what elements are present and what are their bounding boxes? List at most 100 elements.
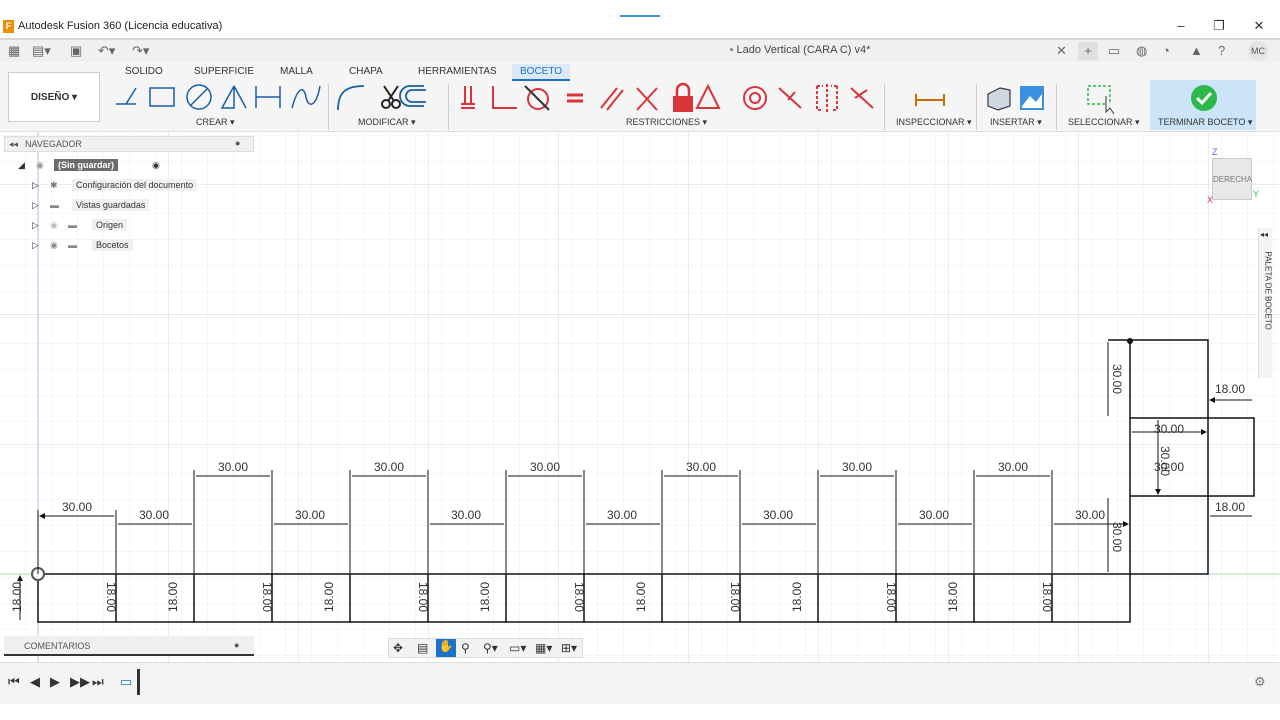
dimension-label[interactable]: 18.00 — [946, 582, 960, 612]
dimension-label[interactable]: 30.00 — [686, 460, 716, 474]
apps-grid-icon[interactable]: ▦ — [8, 42, 20, 60]
go-to-end-icon[interactable]: ⏭ — [92, 674, 104, 690]
constraints-menu[interactable]: RESTRICCIONES ▾ — [626, 117, 707, 128]
eye-hidden-icon[interactable]: ◉ — [50, 220, 58, 231]
pan-icon[interactable]: ✋ — [436, 639, 456, 657]
dimension-label[interactable]: 30.00 — [1154, 460, 1184, 474]
tab-malla[interactable]: MALLA — [280, 66, 313, 77]
dimension-label[interactable]: 30.00 — [530, 460, 560, 474]
dimension-label[interactable]: 30.00 — [842, 460, 872, 474]
dimension-label[interactable]: 18.00 — [478, 582, 492, 612]
dimension-label[interactable]: 30.00 — [919, 508, 949, 522]
sketch-canvas[interactable]: 30.00 30.00 30.00 30.00 30.00 30.00 30.0… — [0, 132, 1280, 662]
window-title: Autodesk Fusion 360 (Licencia educativa) — [18, 20, 223, 32]
dimension-label[interactable]: 18.00 — [572, 582, 586, 612]
maximize-button[interactable]: ❐ — [1208, 16, 1230, 36]
save-icon[interactable]: ▣ — [70, 42, 82, 60]
modify-menu[interactable]: MODIFICAR ▾ — [358, 117, 416, 128]
tab-solido[interactable]: SOLIDO — [125, 66, 163, 77]
user-avatar[interactable]: MC — [1248, 41, 1268, 61]
expand-icon[interactable]: ▷ — [32, 180, 39, 191]
create-menu[interactable]: CREAR ▾ — [196, 117, 235, 128]
dimension-label[interactable]: 18.00 — [10, 582, 24, 612]
workspace-switcher[interactable]: DISEÑO ▾ — [8, 72, 100, 122]
dimension-label[interactable]: 18.00 — [728, 582, 742, 612]
close-button[interactable]: ✕ — [1248, 16, 1270, 36]
expand-icon[interactable]: ▷ — [32, 200, 39, 211]
document-tab[interactable]: ▪ Lado Vertical (CARA C) v4* — [520, 38, 1080, 62]
dimension-label[interactable]: 18.00 — [260, 582, 274, 612]
dimension-label[interactable]: 18.00 — [322, 582, 336, 612]
dimension-label[interactable]: 30.00 — [1110, 364, 1124, 394]
new-tab-icon[interactable]: + — [1078, 42, 1098, 60]
dimension-label[interactable]: 18.00 — [416, 582, 430, 612]
dimension-label[interactable]: 18.00 — [790, 582, 804, 612]
tab-herramientas[interactable]: HERRAMIENTAS — [418, 66, 497, 77]
dimension-label[interactable]: 30.00 — [218, 460, 248, 474]
step-forward-icon[interactable]: ▶▶ — [70, 674, 90, 690]
play-icon[interactable]: ▶ — [50, 674, 60, 690]
comments-panel[interactable]: COMENTARIOS ● — [4, 636, 254, 656]
dimension-label[interactable]: 18.00 — [104, 582, 118, 612]
look-at-icon[interactable]: ▤ — [417, 641, 428, 655]
eye-icon[interactable]: ◉ — [36, 160, 44, 171]
go-to-start-icon[interactable]: ⏮ — [8, 674, 20, 690]
dimension-label[interactable]: 18.00 — [1040, 582, 1054, 612]
file-menu-icon[interactable]: ▤▾ — [32, 42, 51, 60]
dimension-label[interactable]: 18.00 — [1215, 500, 1245, 514]
eye-icon[interactable]: ◉ — [50, 240, 58, 251]
expand-icon[interactable]: ◢ — [18, 160, 25, 171]
viewports-icon[interactable]: ⊞▾ — [561, 641, 577, 655]
insert-menu[interactable]: INSERTAR ▾ — [990, 117, 1042, 128]
dimension-label[interactable]: 30.00 — [295, 508, 325, 522]
dimension-label[interactable]: 30.00 — [1154, 422, 1184, 436]
select-menu[interactable]: SELECCIONAR ▾ — [1068, 117, 1140, 128]
tab-boceto[interactable]: BOCETO — [512, 64, 571, 81]
step-back-icon[interactable]: ◀ — [30, 674, 40, 690]
inspect-menu[interactable]: INSPECCIONAR ▾ — [896, 117, 972, 128]
measure-icon[interactable] — [914, 90, 946, 106]
zoom-icon[interactable]: ⚲ — [461, 641, 470, 655]
expand-icon[interactable]: ▷ — [32, 240, 39, 251]
dimension-label[interactable]: 30.00 — [998, 460, 1028, 474]
dimension-label[interactable]: 30.00 — [139, 508, 169, 522]
dimension-label[interactable]: 18.00 — [1215, 382, 1245, 396]
grid-settings-icon[interactable]: ▦▾ — [535, 641, 552, 655]
dimension-label[interactable]: 18.00 — [884, 582, 898, 612]
expand-icon[interactable]: ▷ — [32, 220, 39, 231]
collapse-icon[interactable]: ◂◂ — [9, 139, 18, 150]
dimension-label[interactable]: 30.00 — [451, 508, 481, 522]
job-status-icon[interactable]: ◔ — [1162, 42, 1170, 60]
extensions-icon[interactable]: ◍ — [1136, 42, 1147, 60]
chat-icon[interactable]: ▭ — [1108, 42, 1120, 60]
dimension-label[interactable]: 30.00 — [763, 508, 793, 522]
dimension-label[interactable]: 30.00 — [1075, 508, 1105, 522]
activate-radio-icon[interactable]: ◉ — [152, 160, 160, 171]
timeline-marker[interactable] — [137, 669, 140, 695]
display-settings-icon[interactable]: ▭▾ — [509, 641, 526, 655]
dimension-label[interactable]: 30.00 — [1110, 522, 1124, 552]
fit-icon[interactable]: ⚲▾ — [483, 641, 498, 655]
dimension-label[interactable]: 30.00 — [374, 460, 404, 474]
viewcube[interactable]: DERECHA — [1212, 158, 1252, 200]
undo-icon[interactable]: ↶▾ — [98, 42, 115, 60]
dimension-label[interactable]: 30.00 — [62, 500, 92, 514]
timeline-settings-icon[interactable]: ⚙ — [1254, 674, 1266, 690]
pin-icon[interactable]: ● — [235, 138, 240, 148]
tab-chapa[interactable]: CHAPA — [349, 66, 383, 77]
dimension-label[interactable]: 30.00 — [607, 508, 637, 522]
dimension-label[interactable]: 18.00 — [166, 582, 180, 612]
minimize-button[interactable]: – — [1170, 16, 1192, 36]
help-icon[interactable]: ? — [1218, 42, 1225, 60]
expand-palette-icon[interactable]: ◂◂ — [1260, 230, 1268, 239]
tab-superficie[interactable]: SUPERFICIE — [194, 66, 254, 77]
timeline-sketch-feature-icon[interactable]: ▭ — [120, 674, 132, 690]
redo-icon[interactable]: ↷▾ — [132, 42, 149, 60]
select-icon[interactable] — [1086, 84, 1120, 114]
sketch-palette-collapsed[interactable]: ◂◂ PALETA DE BOCETO — [1258, 228, 1273, 378]
notifications-icon[interactable]: ▲ — [1190, 42, 1203, 60]
finish-sketch-button[interactable]: TERMINAR BOCETO ▾ — [1150, 80, 1256, 130]
dimension-label[interactable]: 18.00 — [634, 582, 648, 612]
pin-icon[interactable]: ● — [234, 640, 239, 650]
orbit-icon[interactable]: ✥ — [393, 641, 403, 655]
